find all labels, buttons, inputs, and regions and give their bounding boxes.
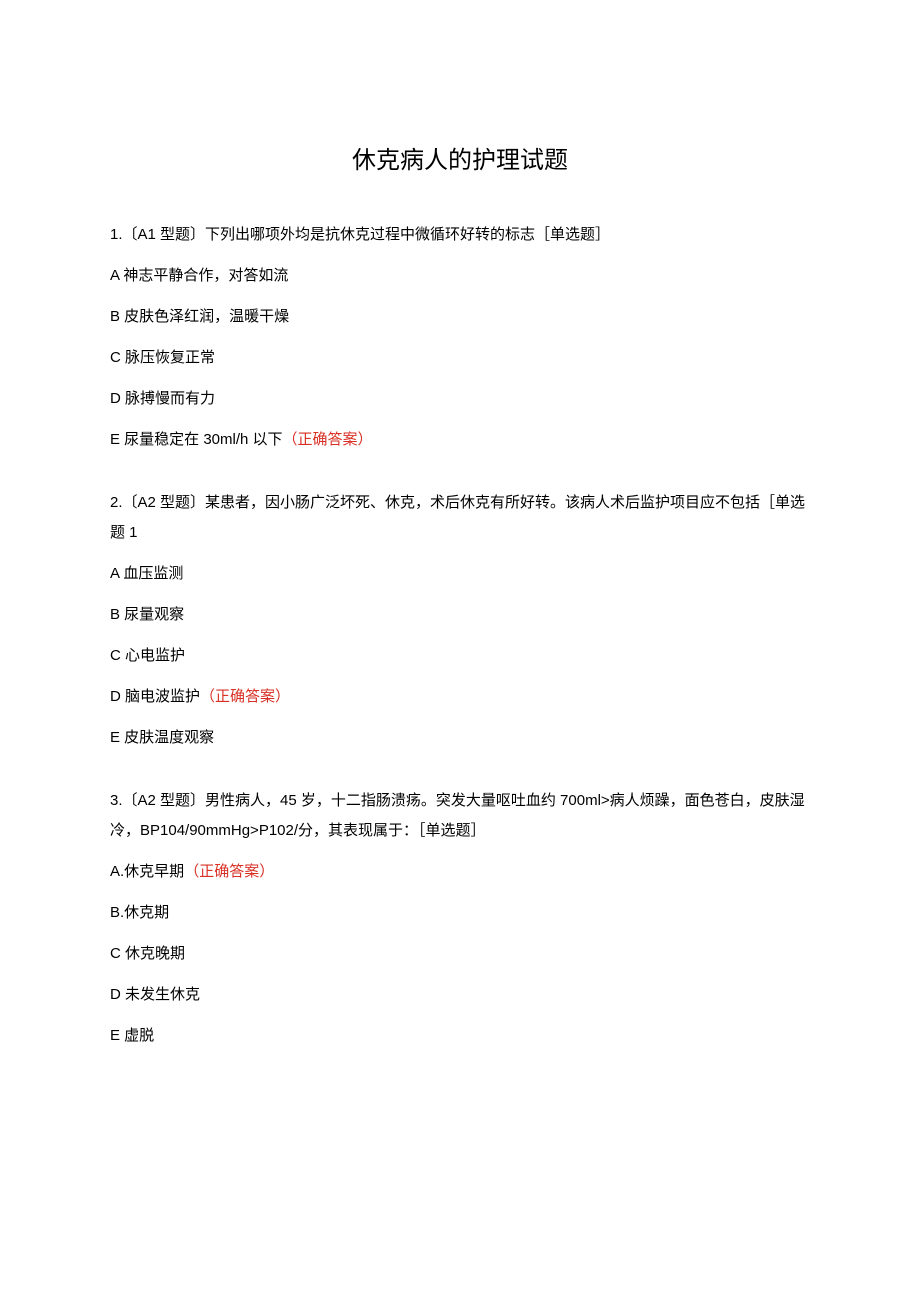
option-label: C 脉压恢复正常 xyxy=(110,349,215,366)
option-label: D 脉搏慢而有力 xyxy=(110,390,215,407)
question-block: 2.〔A2 型题〕某患者，因小肠广泛坏死、休克，术后休克有所好转。该病人术后监护… xyxy=(110,488,810,751)
question-option: B.休克期 xyxy=(110,899,810,926)
question-block: 3.〔A2 型题〕男性病人，45 岁，十二指肠溃疡。突发大量呕吐血约 700ml… xyxy=(110,786,810,1049)
question-option: E 虚脱 xyxy=(110,1022,810,1049)
question-option: B 皮肤色泽红润，温暖干燥 xyxy=(110,303,810,330)
question-text: 3.〔A2 型题〕男性病人，45 岁，十二指肠溃疡。突发大量呕吐血约 700ml… xyxy=(110,786,810,846)
option-label: E 皮肤温度观察 xyxy=(110,729,214,746)
questions-container: 1.〔A1 型题〕下列出哪项外均是抗休克过程中微循环好转的标志［单选题］ A 神志… xyxy=(110,220,810,1049)
option-label: D 未发生休克 xyxy=(110,986,200,1003)
question-option: B 尿量观察 xyxy=(110,601,810,628)
question-option: E 皮肤温度观察 xyxy=(110,724,810,751)
option-label: A 血压监测 xyxy=(110,565,183,582)
question-option: A 神志平静合作，对答如流 xyxy=(110,262,810,289)
question-option: C 心电监护 xyxy=(110,642,810,669)
question-option: A 血压监测 xyxy=(110,560,810,587)
document-title: 休克病人的护理试题 xyxy=(110,140,810,175)
question-option: C 休克晚期 xyxy=(110,940,810,967)
option-label: A.休克早期 xyxy=(110,863,184,880)
question-option: D 脉搏慢而有力 xyxy=(110,385,810,412)
correct-answer-label: （正确答案） xyxy=(283,431,373,448)
option-label: C 休克晚期 xyxy=(110,945,185,962)
question-text: 2.〔A2 型题〕某患者，因小肠广泛坏死、休克，术后休克有所好转。该病人术后监护… xyxy=(110,488,810,548)
option-label: C 心电监护 xyxy=(110,647,185,664)
question-text: 1.〔A1 型题〕下列出哪项外均是抗休克过程中微循环好转的标志［单选题］ xyxy=(110,220,810,250)
option-label: D 脑电波监护 xyxy=(110,688,200,705)
option-label: E 尿量稳定在 30ml/h 以下 xyxy=(110,431,283,448)
question-block: 1.〔A1 型题〕下列出哪项外均是抗休克过程中微循环好转的标志［单选题］ A 神志… xyxy=(110,220,810,453)
correct-answer-label: （正确答案） xyxy=(200,688,290,705)
option-label: B.休克期 xyxy=(110,904,169,921)
question-option: D 未发生休克 xyxy=(110,981,810,1008)
correct-answer-label: （正确答案） xyxy=(184,863,274,880)
option-label: B 尿量观察 xyxy=(110,606,184,623)
option-label: B 皮肤色泽红润，温暖干燥 xyxy=(110,308,289,325)
option-label: A 神志平静合作，对答如流 xyxy=(110,267,288,284)
question-option: E 尿量稳定在 30ml/h 以下（正确答案） xyxy=(110,426,810,453)
question-option: A.休克早期（正确答案） xyxy=(110,858,810,885)
question-option: C 脉压恢复正常 xyxy=(110,344,810,371)
question-option: D 脑电波监护（正确答案） xyxy=(110,683,810,710)
option-label: E 虚脱 xyxy=(110,1027,154,1044)
